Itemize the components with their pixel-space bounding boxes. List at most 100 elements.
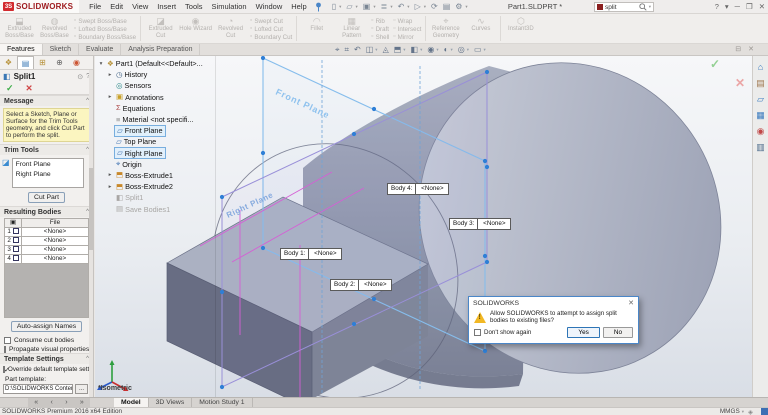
- design-library-icon[interactable]: ▤: [753, 78, 768, 88]
- zoom-to-area-icon[interactable]: ⌗: [345, 44, 350, 56]
- file-properties-icon[interactable]: ▤: [443, 2, 451, 12]
- search-box[interactable]: split ▾: [594, 2, 654, 12]
- select-icon[interactable]: ▷: [415, 2, 421, 12]
- tree-item-front-plane[interactable]: ▱ Front Plane: [97, 124, 215, 137]
- status-options-icon[interactable]: ◈: [748, 408, 753, 415]
- help-button[interactable]: ?: [715, 0, 719, 14]
- confirm-ok-icon[interactable]: ✓: [710, 57, 720, 71]
- section-view-icon[interactable]: ◫: [366, 44, 374, 56]
- close-button[interactable]: ✕: [759, 0, 765, 14]
- tree-item-equations[interactable]: Σ Equations: [97, 103, 215, 114]
- rebuild-icon[interactable]: ⟳: [431, 2, 438, 12]
- trim-tool-item[interactable]: Right Plane: [13, 170, 83, 180]
- print-icon-caret[interactable]: ▾: [390, 4, 392, 10]
- dont-show-again-checkbox[interactable]: [474, 329, 481, 336]
- expand-arrow-icon[interactable]: ▾: [97, 61, 105, 67]
- body-checkbox[interactable]: [12, 237, 19, 244]
- tab-nav-icon[interactable]: ›: [65, 398, 67, 407]
- open-icon[interactable]: ▱: [346, 2, 352, 12]
- cancel-button[interactable]: ✕: [26, 83, 33, 94]
- tab-nav-icon[interactable]: »: [80, 398, 84, 407]
- tree-item-boss-extrude1[interactable]: ▸ ⬒ Boss-Extrude1: [97, 170, 215, 181]
- edit-appearance-icon[interactable]: ◐: [444, 44, 449, 56]
- trim-tools-section-header[interactable]: Trim Tools ^: [0, 144, 93, 155]
- propertymanager-scrollbar[interactable]: [89, 70, 93, 397]
- no-button[interactable]: No: [602, 327, 633, 338]
- undock-toolbar-icon[interactable]: ⊟: [735, 44, 741, 56]
- menu-help[interactable]: Help: [291, 0, 306, 14]
- tree-item-top-plane[interactable]: ▱ Top Plane: [97, 136, 215, 147]
- part-template-path-input[interactable]: D:\SOLIDWORKS Content\SOLI: [3, 384, 73, 394]
- browse-template-button[interactable]: ...: [75, 384, 88, 394]
- save-icon[interactable]: ▣: [363, 2, 371, 12]
- undo-icon-caret[interactable]: ▾: [407, 4, 409, 10]
- body-file-cell[interactable]: <None>: [21, 254, 89, 264]
- edit-appearance-icon-caret[interactable]: ▾: [450, 47, 452, 53]
- tab-3d-views[interactable]: 3D Views: [149, 398, 193, 407]
- custom-properties-icon[interactable]: ▥: [753, 142, 768, 152]
- search-caret-icon[interactable]: ▾: [649, 4, 651, 10]
- apply-scene-icon[interactable]: ◎: [458, 44, 465, 56]
- tree-item-sensors[interactable]: ◎ Sensors: [97, 80, 215, 91]
- body-checkbox[interactable]: [12, 255, 19, 262]
- print-icon[interactable]: ≣: [381, 2, 388, 12]
- override-template-option[interactable]: Override default template settings: [0, 364, 93, 374]
- tree-item-annotations[interactable]: ▸ ▣ Annotations: [97, 92, 215, 103]
- body-file-cell[interactable]: <None>: [21, 227, 89, 237]
- display-style-icon[interactable]: ◧: [411, 44, 419, 56]
- menu-file[interactable]: File: [89, 0, 101, 14]
- tab-model[interactable]: Model: [114, 398, 149, 407]
- close-toolbar-icon[interactable]: ✕: [748, 44, 754, 56]
- view-palette-icon[interactable]: ▦: [753, 110, 768, 120]
- search-input[interactable]: split: [605, 4, 637, 11]
- view-orientation-icon-caret[interactable]: ▾: [403, 47, 405, 53]
- dimxpert-tab[interactable]: ⊕: [51, 56, 68, 69]
- tree-item-right-plane[interactable]: ▱ Right Plane: [97, 147, 215, 160]
- units-selector[interactable]: MMGS ▾: [720, 408, 744, 415]
- previous-view-icon[interactable]: ↶: [354, 44, 361, 56]
- tree-item-split1[interactable]: ◧ Split1: [97, 192, 215, 203]
- trim-tool-item[interactable]: Front Plane: [13, 160, 83, 170]
- body-checkbox[interactable]: [12, 228, 19, 235]
- cut-part-button[interactable]: Cut Part: [28, 192, 65, 203]
- menu-insert[interactable]: Insert: [157, 0, 176, 14]
- featuremanager-tab[interactable]: ❖: [0, 56, 17, 69]
- body-checkbox[interactable]: [12, 246, 19, 253]
- tab-analysis-preparation[interactable]: Analysis Preparation: [121, 44, 201, 55]
- view-orientation-icon[interactable]: ⬒: [394, 44, 402, 56]
- configurationmanager-tab[interactable]: ⊞: [34, 56, 51, 69]
- menu-view[interactable]: View: [132, 0, 148, 14]
- tab-nav-icon[interactable]: «: [34, 398, 38, 407]
- menu-window[interactable]: Window: [256, 0, 283, 14]
- dynamic-annotation-icon[interactable]: ◬: [383, 44, 389, 56]
- tree-item-origin[interactable]: ⌖ Origin: [97, 159, 215, 170]
- tab-evaluate[interactable]: Evaluate: [79, 44, 122, 55]
- new-icon-caret[interactable]: ▾: [339, 4, 341, 10]
- auto-assign-names-button[interactable]: Auto-assign Names: [10, 321, 83, 332]
- tree-item-material-not-specifi[interactable]: ≡ Material <not specifi...: [97, 114, 215, 125]
- body-file-cell[interactable]: <None>: [21, 236, 89, 246]
- file-explorer-icon[interactable]: ▱: [753, 94, 768, 104]
- dialog-close-icon[interactable]: ✕: [628, 299, 634, 307]
- appearances-icon[interactable]: ◉: [753, 126, 768, 136]
- undo-icon[interactable]: ↶: [398, 2, 405, 12]
- new-icon[interactable]: ▯: [332, 2, 336, 12]
- help-caret-icon[interactable]: ▾: [725, 0, 729, 14]
- graphics-viewport[interactable]: Front Plane Right Plane ▾ ❖ Part1 (Default…: [95, 56, 752, 397]
- tab-sketch[interactable]: Sketch: [43, 44, 80, 55]
- expand-arrow-icon[interactable]: ▸: [106, 72, 114, 78]
- save-icon-caret[interactable]: ▾: [373, 4, 375, 10]
- tab-features[interactable]: Features: [0, 44, 43, 55]
- tree-item-history[interactable]: ▸ ◷ History: [97, 69, 215, 80]
- tab-nav-icon[interactable]: ‹: [50, 398, 52, 407]
- menu-tools[interactable]: Tools: [185, 0, 203, 14]
- tree-item-part1-default-default[interactable]: ▾ ❖ Part1 (Default<<Default>...: [97, 58, 215, 69]
- select-icon-caret[interactable]: ▾: [424, 4, 426, 10]
- template-settings-section-header[interactable]: Template Settings ^: [0, 353, 93, 364]
- option-propagate-visual-properties[interactable]: Propagate visual properties: [0, 344, 93, 353]
- keep-visible-pin-icon[interactable]: ⊙: [77, 73, 83, 81]
- view-settings-icon[interactable]: ▭: [474, 44, 482, 56]
- menu-simulation[interactable]: Simulation: [212, 0, 247, 14]
- tab-motion-study-1[interactable]: Motion Study 1: [192, 398, 253, 407]
- ok-button[interactable]: ✓: [6, 83, 14, 94]
